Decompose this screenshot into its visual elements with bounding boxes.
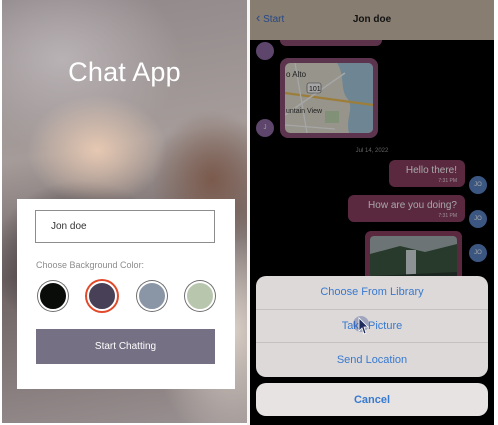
color-swatch-purple[interactable] [87, 281, 117, 311]
choose-from-library-button[interactable]: Choose From Library [256, 276, 488, 310]
app-title: Chat App [68, 57, 181, 87]
action-sheet: Choose From Library Take Picture Send Lo… [256, 276, 488, 377]
color-swatch-green[interactable] [185, 281, 215, 311]
chat-screen: ‹ Start Jon doe 101 o Alto untain View J… [250, 0, 494, 425]
cancel-button[interactable]: Cancel [256, 383, 488, 416]
background-color-label: Choose Background Color: [36, 260, 145, 270]
start-screen: Chat App Choose Background Color: Start … [2, 0, 247, 423]
take-picture-button[interactable]: Take Picture [256, 310, 488, 344]
color-swatch-black[interactable] [38, 281, 68, 311]
color-swatch-gray[interactable] [137, 281, 167, 311]
start-chatting-button[interactable]: Start Chatting [36, 329, 215, 364]
name-input[interactable] [35, 210, 215, 243]
start-card: Choose Background Color: Start Chatting [17, 199, 235, 389]
send-location-button[interactable]: Send Location [256, 343, 488, 377]
